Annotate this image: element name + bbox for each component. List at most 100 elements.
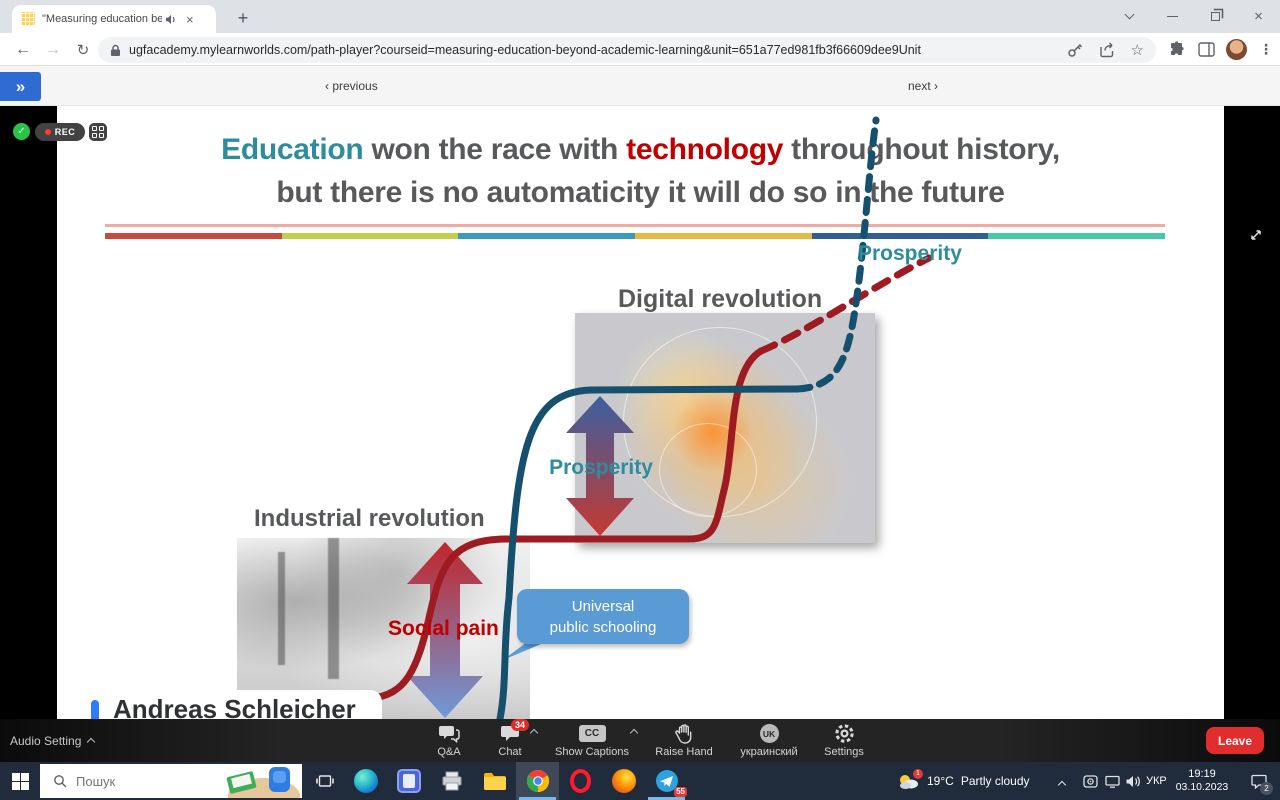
back-button[interactable]: ← <box>8 33 38 66</box>
browser-kebab-menu-icon[interactable]: ⋮ <box>1252 33 1280 66</box>
gallery-view-icon[interactable] <box>89 123 107 141</box>
interpretation-language-button[interactable]: UK украинский <box>726 719 812 762</box>
language-label: украинский <box>740 745 798 758</box>
file-explorer-icon[interactable] <box>473 762 516 800</box>
share-icon[interactable] <box>1099 42 1115 58</box>
tab-favicon-icon <box>21 12 35 26</box>
search-doodle-image <box>222 764 302 798</box>
rec-dot-icon <box>44 129 51 135</box>
notification-count-badge: 2 <box>1260 782 1273 795</box>
notification-center-button[interactable]: 2 <box>1244 762 1274 800</box>
opera-app-icon[interactable] <box>559 762 602 800</box>
author-name: Andreas Schleicher <box>113 694 356 719</box>
telegram-app-icon[interactable]: 55 <box>645 762 688 800</box>
leave-button[interactable]: Leave <box>1206 727 1264 754</box>
doodle-backpack-shape <box>269 767 290 792</box>
window-restore-button[interactable] <box>1194 0 1237 33</box>
edge-app-icon[interactable] <box>344 762 387 800</box>
date-text: 03.10.2023 <box>1175 781 1229 793</box>
search-input[interactable] <box>76 773 196 789</box>
callout-line1: Universal <box>571 597 635 615</box>
task-view-button[interactable] <box>306 762 344 800</box>
audio-setting-label: Audio Setting <box>10 733 82 748</box>
network-tray-icon[interactable] <box>1102 762 1122 800</box>
task-view-icon <box>316 775 334 787</box>
weather-condition-text: Partly cloudy <box>960 774 1030 788</box>
browser-menu-chevron-icon[interactable] <box>1108 0 1151 33</box>
rec-label: REC <box>54 127 76 137</box>
camera-tray-icon[interactable] <box>1080 762 1100 800</box>
chevron-up-icon[interactable] <box>529 728 539 738</box>
clock-widget[interactable]: 19:19 03.10.2023 <box>1174 762 1230 800</box>
weather-widget[interactable]: 1 19°C Partly cloudy <box>898 762 1030 800</box>
interpretation-globe-icon: UK <box>759 724 779 744</box>
printer-app-icon[interactable] <box>430 762 473 800</box>
recording-indicator: REC <box>35 123 85 141</box>
weather-alert-badge: 1 <box>913 768 923 779</box>
qa-label: Q&A <box>437 745 461 758</box>
telegram-unread-badge: 55 <box>674 787 687 797</box>
blue-app-icon[interactable] <box>387 762 430 800</box>
extensions-puzzle-icon[interactable] <box>1162 33 1190 66</box>
raise-hand-label: Raise Hand <box>655 745 713 758</box>
window-minimize-button[interactable] <box>1151 0 1194 33</box>
author-box: Andreas Schleicher <box>80 690 382 719</box>
presentation-slide: Education won the race with technology t… <box>57 106 1224 719</box>
hidden-icons-chevron[interactable] <box>1057 780 1067 790</box>
author-accent-bar <box>91 700 99 719</box>
side-panel-icon[interactable] <box>1192 33 1220 66</box>
gear-icon <box>834 724 855 744</box>
window-controls: × <box>1108 0 1280 33</box>
prosperity-mid-label: Prosperity <box>549 456 653 479</box>
next-link[interactable]: next › <box>908 66 938 106</box>
qa-button[interactable]: Q&A <box>420 719 478 762</box>
new-tab-button[interactable]: + <box>230 5 256 31</box>
weather-icon: 1 <box>898 768 923 790</box>
tab-audio-speaker-icon[interactable] <box>165 14 177 25</box>
qa-bubbles-icon <box>438 724 460 744</box>
callout-line2: public schooling <box>549 618 657 636</box>
security-shield-icon: ✓ <box>13 123 30 140</box>
chevron-up-icon[interactable] <box>629 728 639 738</box>
chrome-app-icon[interactable] <box>516 762 559 800</box>
industrial-revolution-label: Industrial revolution <box>254 505 485 532</box>
chat-button[interactable]: 34 Chat <box>478 718 542 762</box>
collapse-panel-button[interactable]: » <box>0 72 41 101</box>
start-button[interactable] <box>0 762 40 800</box>
tab-close-icon[interactable]: × <box>186 13 194 26</box>
browser-tab-bar: "Measuring education beyo × + × <box>0 0 1280 33</box>
taskbar-apps: 55 <box>344 762 688 800</box>
taskbar-search[interactable] <box>40 764 302 798</box>
show-captions-button[interactable]: CC Show Captions <box>542 719 642 762</box>
volume-tray-icon[interactable] <box>1123 762 1143 800</box>
bookmark-star-icon[interactable]: ☆ <box>1131 41 1144 59</box>
browser-toolbar: ← → ↻ ugfacademy.mylearnworlds.com/path-… <box>0 33 1280 66</box>
temperature-text: 19°C <box>927 774 954 788</box>
keyboard-language-button[interactable]: УКР <box>1146 762 1167 800</box>
search-icon <box>53 774 67 788</box>
password-key-icon[interactable] <box>1067 42 1083 58</box>
window-close-button[interactable]: × <box>1237 0 1280 33</box>
profile-avatar[interactable] <box>1226 39 1247 60</box>
course-nav-bar: ‹ previous next › <box>0 66 1280 106</box>
prosperity-top-label: Prosperity <box>858 242 962 265</box>
chevron-up-icon <box>87 737 96 747</box>
forward-button[interactable]: → <box>38 33 68 66</box>
education-curve-solid <box>496 385 801 719</box>
webinar-controls: Q&A 34 Chat CC Show Captions Raise Hand <box>420 718 876 762</box>
reload-button[interactable]: ↻ <box>68 33 98 66</box>
firefox-app-icon[interactable] <box>602 762 645 800</box>
address-bar[interactable]: ugfacademy.mylearnworlds.com/path-player… <box>98 37 1156 63</box>
fullscreen-expand-icon[interactable] <box>1246 225 1266 245</box>
previous-link[interactable]: ‹ previous <box>325 66 378 106</box>
browser-tab[interactable]: "Measuring education beyo × <box>12 5 216 33</box>
lock-icon[interactable] <box>110 44 121 57</box>
time-text: 19:19 <box>1188 768 1216 780</box>
social-pain-label: Social pain <box>388 617 499 640</box>
audio-setting-button[interactable]: Audio Setting <box>10 719 96 762</box>
raise-hand-button[interactable]: Raise Hand <box>642 719 726 762</box>
settings-button[interactable]: Settings <box>812 719 876 762</box>
cc-badge: CC <box>578 725 606 742</box>
video-area: Education won the race with technology t… <box>0 106 1280 719</box>
universal-public-schooling-callout: Universal public schooling <box>517 589 689 644</box>
